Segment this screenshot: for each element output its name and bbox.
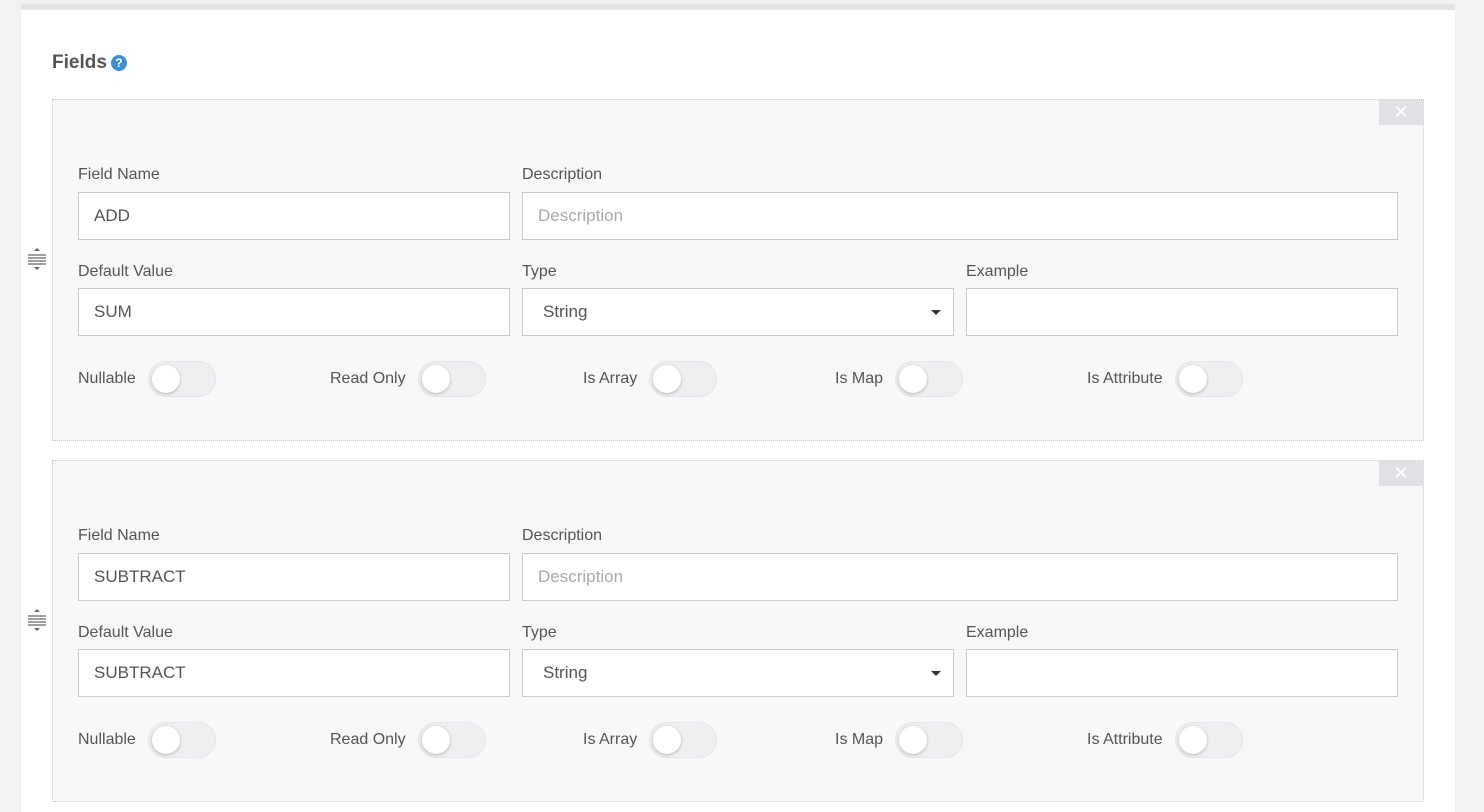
toggle-knob	[653, 726, 682, 754]
type-label: Type	[522, 263, 557, 280]
toggle-knob	[1178, 726, 1207, 754]
read-only-label: Read Only	[330, 370, 406, 387]
toggle-knob	[1178, 365, 1207, 393]
field-name-input[interactable]	[78, 192, 510, 240]
close-icon[interactable]: ✕	[1379, 100, 1423, 125]
type-select[interactable]: String	[522, 288, 954, 336]
is-array-toggle-group: Is Array	[583, 722, 718, 758]
default-value-input[interactable]	[78, 288, 510, 336]
caret-down-icon	[931, 310, 941, 315]
is-attribute-toggle-group: Is Attribute	[1087, 361, 1243, 397]
field-name-label: Field Name	[78, 166, 160, 183]
example-input[interactable]	[966, 288, 1398, 336]
toggle-knob	[151, 726, 180, 754]
close-icon[interactable]: ✕	[1379, 461, 1423, 486]
toggle-knob	[899, 726, 928, 754]
is-map-label: Is Map	[835, 370, 884, 387]
is-attribute-label: Is Attribute	[1087, 370, 1163, 387]
is-array-label: Is Array	[583, 370, 638, 387]
read-only-toggle-group: Read Only	[330, 722, 486, 758]
type-select-value: String	[543, 663, 588, 682]
nullable-toggle-group: Nullable	[78, 361, 216, 397]
is-map-toggle-group: Is Map	[835, 361, 964, 397]
nullable-label: Nullable	[78, 731, 136, 748]
section-title-text: Fields	[52, 52, 107, 73]
is-attribute-toggle-group: Is Attribute	[1087, 722, 1243, 758]
toggle-knob	[421, 365, 450, 393]
toggle-knob	[653, 365, 682, 393]
is-attribute-toggle[interactable]	[1174, 361, 1243, 397]
default-value-input[interactable]	[78, 649, 510, 697]
is-array-toggle[interactable]	[649, 361, 718, 397]
drag-handle-icon[interactable]	[27, 609, 47, 631]
is-map-label: Is Map	[835, 731, 884, 748]
description-input[interactable]	[522, 192, 1398, 240]
read-only-toggle[interactable]	[417, 722, 486, 758]
is-array-toggle-group: Is Array	[583, 361, 718, 397]
nullable-toggle[interactable]	[147, 722, 216, 758]
default-value-label: Default Value	[78, 624, 173, 641]
type-select-value: String	[543, 302, 588, 321]
is-map-toggle[interactable]	[895, 722, 964, 758]
field-name-label: Field Name	[78, 527, 160, 544]
toggle-knob	[421, 726, 450, 754]
is-array-label: Is Array	[583, 731, 638, 748]
is-map-toggle-group: Is Map	[835, 722, 964, 758]
read-only-toggle[interactable]	[417, 361, 486, 397]
type-label: Type	[522, 624, 557, 641]
example-label: Example	[966, 624, 1029, 641]
toggle-knob	[899, 365, 928, 393]
caret-down-icon	[931, 671, 941, 676]
is-attribute-label: Is Attribute	[1087, 731, 1163, 748]
example-label: Example	[966, 263, 1029, 280]
field-card: ✕ Field Name Description Default Value T…	[52, 460, 1424, 802]
type-select[interactable]: String	[522, 649, 954, 697]
read-only-toggle-group: Read Only	[330, 361, 486, 397]
nullable-toggle[interactable]	[147, 361, 216, 397]
nullable-toggle-group: Nullable	[78, 722, 216, 758]
description-label: Description	[522, 166, 603, 183]
nullable-label: Nullable	[78, 370, 136, 387]
toggle-knob	[151, 365, 180, 393]
fields-section-title: Fields ?	[52, 52, 127, 74]
description-input[interactable]	[522, 553, 1398, 601]
drag-handle-icon[interactable]	[27, 248, 47, 270]
is-map-toggle[interactable]	[895, 361, 964, 397]
is-array-toggle[interactable]	[649, 722, 718, 758]
is-attribute-toggle[interactable]	[1174, 722, 1243, 758]
description-label: Description	[522, 527, 603, 544]
example-input[interactable]	[966, 649, 1398, 697]
default-value-label: Default Value	[78, 263, 173, 280]
field-name-input[interactable]	[78, 553, 510, 601]
help-icon[interactable]: ?	[110, 55, 127, 71]
field-card: ✕ Field Name Description Default Value T…	[52, 99, 1424, 441]
read-only-label: Read Only	[330, 731, 406, 748]
